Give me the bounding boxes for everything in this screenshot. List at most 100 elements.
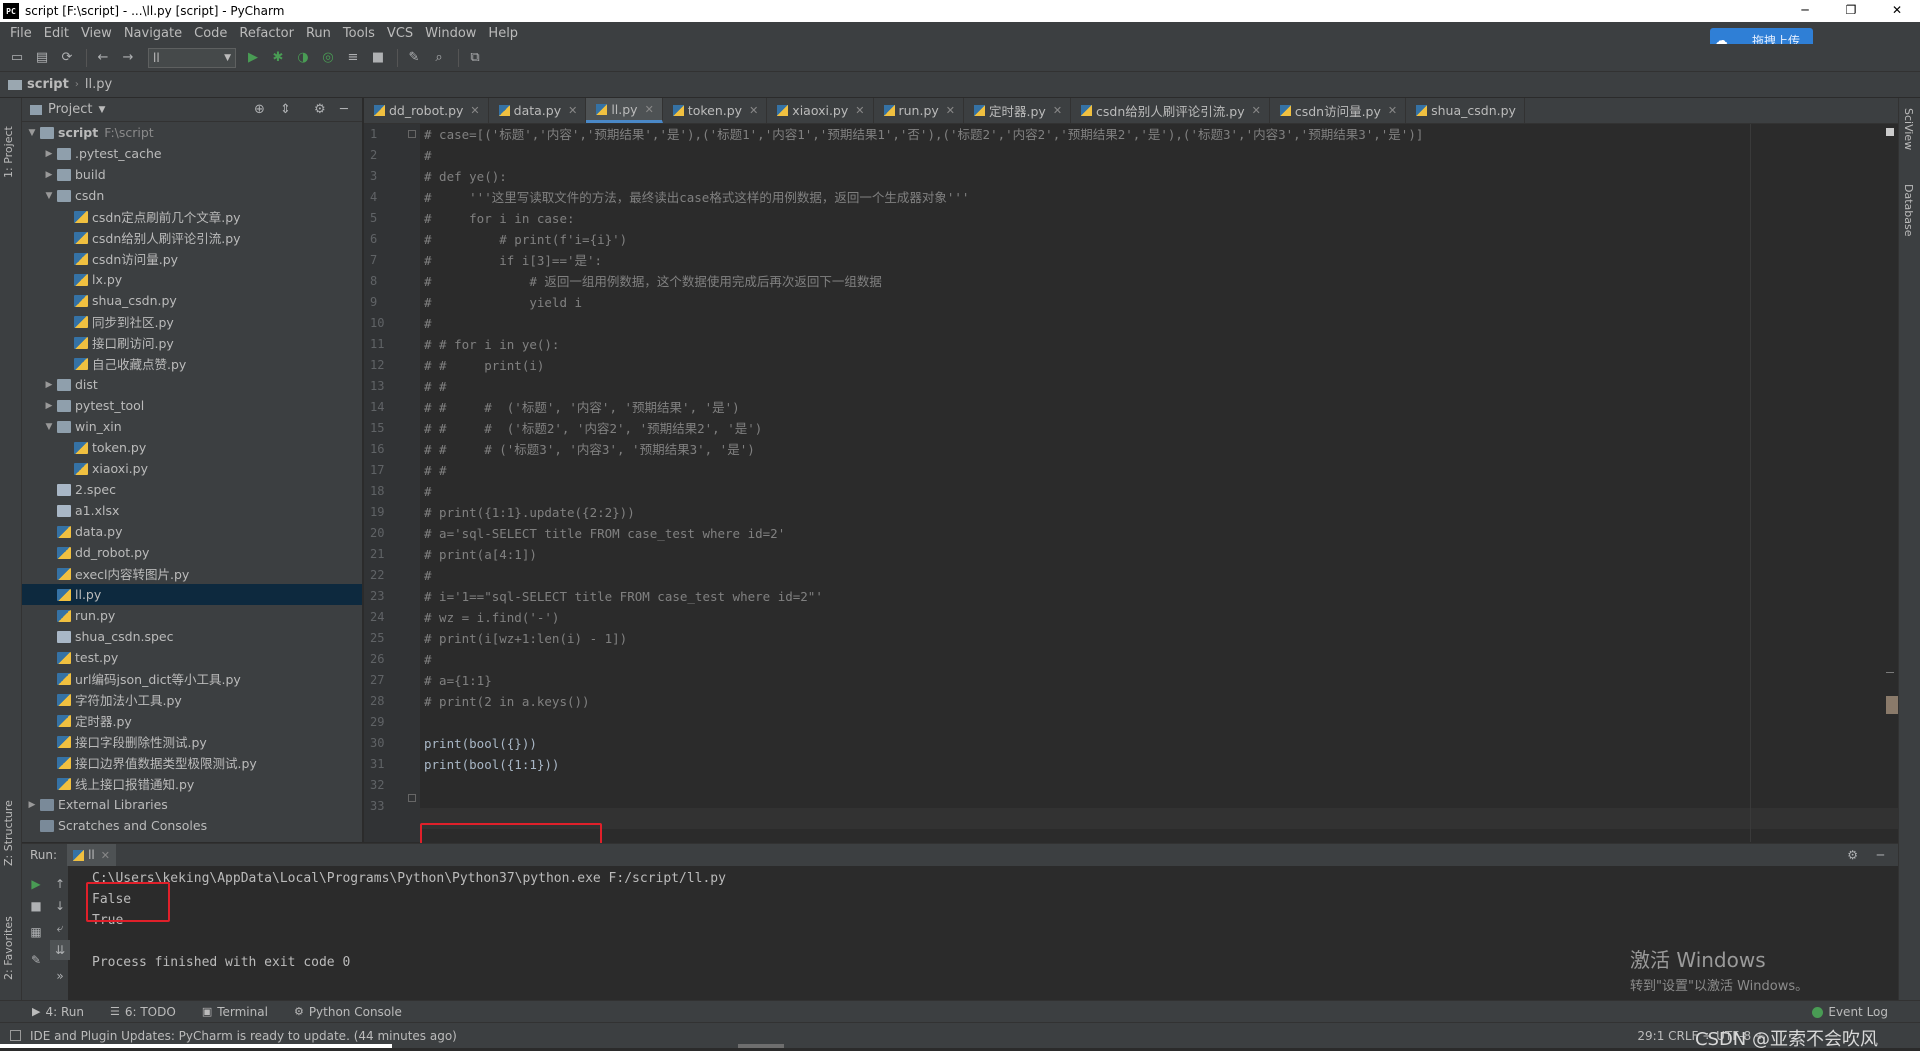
menu-navigate[interactable]: Navigate bbox=[118, 26, 188, 41]
tree-file[interactable]: 自己收藏点赞.py bbox=[22, 353, 362, 374]
menu-file[interactable]: File bbox=[4, 26, 38, 41]
tree-file[interactable]: test.py bbox=[22, 647, 362, 668]
chevron-right-icon[interactable]: ▶ bbox=[43, 401, 55, 411]
hide-icon[interactable]: ─ bbox=[340, 102, 348, 117]
chevron-right-icon[interactable]: ▶ bbox=[43, 170, 55, 180]
tree-file[interactable]: 同步到社区.py bbox=[22, 311, 362, 332]
fold-icon[interactable] bbox=[408, 130, 416, 138]
editor-tab[interactable]: xiaoxi.py ✕ bbox=[767, 98, 874, 123]
gear-icon[interactable]: ⚙ bbox=[314, 102, 326, 117]
tree-file[interactable]: 线上接口报错通知.py bbox=[22, 773, 362, 794]
menu-view[interactable]: View bbox=[75, 26, 118, 41]
tree-folder[interactable]: ▼ script F:\script bbox=[22, 122, 362, 143]
close-icon[interactable]: ✕ bbox=[101, 849, 110, 862]
close-icon[interactable]: ✕ bbox=[470, 104, 479, 117]
tree-folder[interactable]: ▼ csdn bbox=[22, 185, 362, 206]
menu-code[interactable]: Code bbox=[188, 26, 233, 41]
tree-file[interactable]: ▶ External Libraries bbox=[22, 794, 362, 815]
editor-tab[interactable]: csdn访问量.py ✕ bbox=[1270, 98, 1407, 123]
chevron-down-icon[interactable]: ▼ bbox=[98, 105, 105, 115]
down-arrow-icon[interactable]: ↓ bbox=[50, 896, 70, 916]
editor-tab[interactable]: dd_robot.py ✕ bbox=[364, 98, 489, 123]
editor-tab[interactable]: token.py ✕ bbox=[663, 98, 768, 123]
tree-folder[interactable]: ▶ build bbox=[22, 164, 362, 185]
sync-icon[interactable]: ⟳ bbox=[56, 47, 78, 69]
scroll-thumb[interactable] bbox=[1886, 696, 1898, 714]
tree-folder[interactable]: ▼ win_xin bbox=[22, 416, 362, 437]
tree-file[interactable]: 接口刷访问.py bbox=[22, 332, 362, 353]
chevron-right-icon[interactable]: ▶ bbox=[43, 380, 55, 390]
event-log-button[interactable]: Event Log bbox=[1812, 1005, 1888, 1019]
menu-window[interactable]: Window bbox=[419, 26, 482, 41]
stop-icon[interactable]: ■ bbox=[367, 47, 389, 69]
profile-icon[interactable]: ◎ bbox=[317, 47, 339, 69]
soft-wrap-icon[interactable]: ⤶ bbox=[50, 918, 70, 938]
tool-window-python-console[interactable]: ⚙ Python Console bbox=[294, 1005, 402, 1019]
up-arrow-icon[interactable]: ↑ bbox=[50, 874, 70, 894]
tool-window-6-todo[interactable]: ☰ 6: TODO bbox=[110, 1005, 176, 1019]
tree-file[interactable]: lx.py bbox=[22, 269, 362, 290]
stop-icon[interactable]: ■ bbox=[26, 896, 46, 916]
close-icon[interactable]: ✕ bbox=[645, 103, 654, 116]
tree-file[interactable]: dd_robot.py bbox=[22, 542, 362, 563]
structure-tool-button[interactable]: Z: Structure bbox=[2, 800, 15, 866]
close-icon[interactable]: ✕ bbox=[855, 104, 864, 117]
tree-file[interactable]: a1.xlsx bbox=[22, 500, 362, 521]
fold-icon[interactable] bbox=[408, 794, 416, 802]
save-icon[interactable]: ▤ bbox=[31, 47, 53, 69]
more-icon[interactable]: » bbox=[50, 966, 70, 986]
close-icon[interactable]: ✕ bbox=[568, 104, 577, 117]
layout-icon[interactable]: ▦ bbox=[26, 922, 46, 942]
status-toggle-icon[interactable] bbox=[10, 1030, 21, 1041]
tree-file[interactable]: url编码json_dict等小工具.py bbox=[22, 668, 362, 689]
run-tab[interactable]: ll ✕ bbox=[67, 844, 116, 866]
menu-refactor[interactable]: Refactor bbox=[233, 26, 300, 41]
tree-file[interactable]: token.py bbox=[22, 437, 362, 458]
rerun-icon[interactable]: ▶ bbox=[26, 874, 46, 894]
favorites-tool-button[interactable]: 2: Favorites bbox=[2, 916, 15, 980]
chevron-right-icon[interactable]: ▶ bbox=[26, 800, 38, 810]
close-button[interactable]: ✕ bbox=[1874, 0, 1920, 22]
run-icon[interactable]: ▶ bbox=[242, 47, 264, 69]
tree-file[interactable]: Scratches and Consoles bbox=[22, 815, 362, 836]
editor-tab[interactable]: csdn给别人刷评论引流.py ✕ bbox=[1071, 98, 1270, 123]
wrench-icon[interactable]: ✎ bbox=[403, 47, 425, 69]
run-config-select[interactable]: ll ▼ bbox=[148, 47, 236, 68]
run-console-output[interactable]: C:\Users\keking\AppData\Local\Programs\P… bbox=[92, 868, 726, 973]
menu-edit[interactable]: Edit bbox=[38, 26, 75, 41]
close-icon[interactable]: ✕ bbox=[1252, 104, 1261, 117]
collapse-icon[interactable]: ⇕ bbox=[280, 102, 291, 117]
tree-file[interactable]: data.py bbox=[22, 521, 362, 542]
back-arrow-icon[interactable]: ← bbox=[92, 47, 114, 69]
tree-file[interactable]: xiaoxi.py bbox=[22, 458, 362, 479]
menu-tools[interactable]: Tools bbox=[337, 26, 381, 41]
close-icon[interactable]: ✕ bbox=[749, 104, 758, 117]
sciview-tool-button[interactable]: SciView bbox=[1902, 108, 1915, 150]
debug-icon[interactable]: ✱ bbox=[267, 47, 289, 69]
vcs-icon[interactable]: ⧉ bbox=[464, 47, 486, 69]
tool-window-4-run[interactable]: ▶ 4: Run bbox=[32, 1005, 84, 1019]
menu-vcs[interactable]: VCS bbox=[381, 26, 419, 41]
editor-tab[interactable]: data.py ✕ bbox=[489, 98, 587, 123]
tree-file[interactable]: csdn定点刷前几个文章.py bbox=[22, 206, 362, 227]
tree-file[interactable]: 2.spec bbox=[22, 479, 362, 500]
tree-file[interactable]: 接口边界值数据类型极限测试.py bbox=[22, 752, 362, 773]
pin-icon[interactable]: ✎ bbox=[26, 950, 46, 970]
tree-folder[interactable]: ▶ dist bbox=[22, 374, 362, 395]
concurrency-icon[interactable]: ≡ bbox=[342, 47, 364, 69]
close-icon[interactable]: ✕ bbox=[946, 104, 955, 117]
editor-tab[interactable]: run.py ✕ bbox=[874, 98, 965, 123]
tree-file[interactable]: ll.py bbox=[22, 584, 362, 605]
hide-icon[interactable]: ─ bbox=[1877, 848, 1884, 862]
editor-tab[interactable]: shua_csdn.py bbox=[1406, 98, 1525, 123]
forward-arrow-icon[interactable]: → bbox=[117, 47, 139, 69]
tree-file[interactable]: csdn给别人刷评论引流.py bbox=[22, 227, 362, 248]
tree-file[interactable]: csdn访问量.py bbox=[22, 248, 362, 269]
menu-run[interactable]: Run bbox=[300, 26, 337, 41]
menu-help[interactable]: Help bbox=[482, 26, 524, 41]
tree-file[interactable]: run.py bbox=[22, 605, 362, 626]
scroll-to-end-icon[interactable]: ⇊ bbox=[50, 940, 70, 960]
open-folder-icon[interactable]: ▭ bbox=[6, 47, 28, 69]
chevron-down-icon[interactable]: ▼ bbox=[26, 128, 38, 138]
tree-file[interactable]: shua_csdn.py bbox=[22, 290, 362, 311]
